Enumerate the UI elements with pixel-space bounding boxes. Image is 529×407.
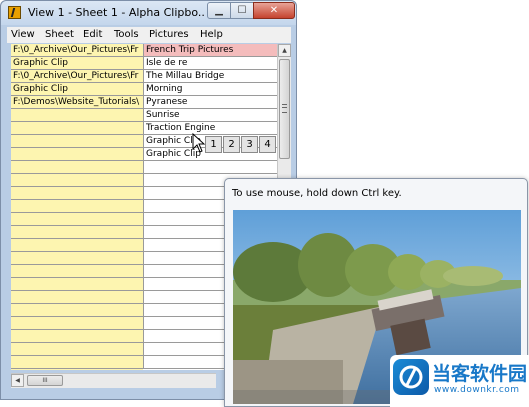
horizontal-scrollbar[interactable]: ◀ III — [11, 373, 216, 388]
table-cell-path[interactable]: F:\0_Archive\Our_Pictures\Fr — [11, 44, 144, 56]
table-row[interactable]: Graphic Clip Isle de re — [11, 57, 277, 70]
table-row[interactable]: Graphic Clip Morning — [11, 83, 277, 96]
table-cell-path[interactable] — [11, 265, 144, 277]
minimize-button[interactable]: ▁ — [207, 2, 231, 19]
table-cell-path[interactable] — [11, 109, 144, 121]
table-cell-name[interactable]: Morning — [144, 83, 277, 95]
table-cell-path[interactable] — [11, 356, 144, 368]
scroll-left-arrow-icon[interactable]: ◀ — [11, 374, 24, 387]
table-cell-path[interactable] — [11, 252, 144, 264]
watermark-title: 当客软件园 — [432, 363, 528, 385]
table-cell-name[interactable]: Traction Engine — [144, 122, 277, 134]
clip-choice-2-button[interactable]: 2 — [223, 136, 240, 153]
menu-view[interactable]: View — [11, 29, 35, 40]
table-cell-path[interactable] — [11, 122, 144, 134]
menu-tools[interactable]: Tools — [114, 29, 139, 40]
table-row[interactable]: Sunrise — [11, 109, 277, 122]
table-cell-name[interactable]: Sunrise — [144, 109, 277, 121]
table-cell-name[interactable]: Isle de re — [144, 57, 277, 69]
table-cell-path[interactable] — [11, 148, 144, 160]
table-cell-path[interactable] — [11, 278, 144, 290]
table-cell-path[interactable]: Graphic Clip — [11, 57, 144, 69]
menu-edit[interactable]: Edit — [83, 29, 102, 40]
clip-choice-4-button[interactable]: 4 — [259, 136, 276, 153]
table-cell-path[interactable]: Graphic Clip — [11, 83, 144, 95]
menu-help[interactable]: Help — [200, 29, 223, 40]
scroll-up-arrow-icon[interactable]: ▲ — [278, 44, 291, 57]
clip-choice-1-button[interactable]: 1 — [205, 136, 222, 153]
site-watermark: 当客软件园 www.downkr.com — [390, 355, 529, 407]
table-cell-path[interactable] — [11, 174, 144, 186]
mouse-pointer-icon — [192, 133, 206, 153]
table-cell-path[interactable]: F:\Demos\Website_Tutorials\ — [11, 96, 144, 108]
table-cell-path[interactable] — [11, 291, 144, 303]
table-cell-path[interactable] — [11, 330, 144, 342]
table-cell-path[interactable] — [11, 161, 144, 173]
title-bar[interactable]: View 1 - Sheet 1 - Alpha Clipbo... ▁ ☐ ✕ — [1, 1, 296, 25]
table-cell-name[interactable]: Pyranese — [144, 96, 277, 108]
table-cell-path[interactable] — [11, 239, 144, 251]
maximize-button[interactable]: ☐ — [230, 2, 254, 19]
clip-choice-3-button[interactable]: 3 — [241, 136, 258, 153]
table-cell-path[interactable]: F:\0_Archive\Our_Pictures\Fr — [11, 70, 144, 82]
table-row[interactable] — [11, 161, 277, 174]
table-row[interactable]: F:\Demos\Website_Tutorials\ Pyranese — [11, 96, 277, 109]
table-cell-path[interactable] — [11, 213, 144, 225]
table-cell-name[interactable] — [144, 161, 277, 173]
table-cell-path[interactable] — [11, 187, 144, 199]
close-button[interactable]: ✕ — [253, 2, 295, 19]
menu-bar: View Sheet Edit Tools Pictures Help — [7, 27, 291, 43]
popup-hint-text: To use mouse, hold down Ctrl key. — [232, 188, 402, 199]
downkr-logo-icon — [393, 359, 429, 395]
clip-choice-strip: 1 2 3 4 — [205, 136, 277, 153]
table-cell-path[interactable] — [11, 304, 144, 316]
window-title: View 1 - Sheet 1 - Alpha Clipbo... — [28, 6, 206, 19]
grip-icon — [282, 104, 287, 113]
table-cell-path[interactable] — [11, 317, 144, 329]
table-cell-path[interactable] — [11, 200, 144, 212]
menu-sheet[interactable]: Sheet — [45, 29, 74, 40]
horizontal-scroll-thumb[interactable]: III — [27, 375, 63, 386]
table-cell-name[interactable]: French Trip Pictures — [144, 44, 277, 56]
app-logo-icon — [8, 6, 21, 19]
vertical-scroll-thumb[interactable] — [279, 59, 290, 159]
table-row[interactable]: F:\0_Archive\Our_Pictures\Fr The Millau B… — [11, 70, 277, 83]
table-cell-name[interactable]: The Millau Bridge — [144, 70, 277, 82]
table-cell-path[interactable] — [11, 135, 144, 147]
table-cell-path[interactable] — [11, 226, 144, 238]
menu-pictures[interactable]: Pictures — [149, 29, 189, 40]
table-row[interactable]: Traction Engine — [11, 122, 277, 135]
watermark-url: www.downkr.com — [434, 385, 520, 395]
table-row[interactable]: F:\0_Archive\Our_Pictures\Fr French Trip … — [11, 44, 277, 57]
table-cell-path[interactable] — [11, 343, 144, 355]
